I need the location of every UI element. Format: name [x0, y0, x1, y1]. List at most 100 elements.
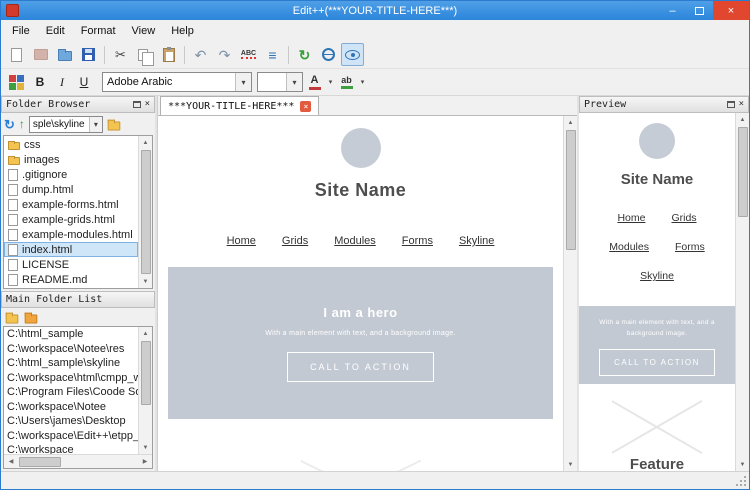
tab-close-icon[interactable]: × [300, 100, 312, 112]
path-item[interactable]: C:\Users\james\Desktop [4, 415, 138, 430]
paste-button[interactable] [157, 43, 180, 66]
browser-button[interactable] [317, 43, 340, 66]
nav-link-modules[interactable]: Modules [334, 235, 376, 247]
up-directory-icon[interactable]: ↑ [19, 118, 25, 130]
scrollbar-track[interactable] [736, 126, 749, 458]
scroll-up-icon[interactable]: ▲ [564, 116, 577, 129]
scrollbar-thumb[interactable] [737, 127, 748, 217]
path-item[interactable]: C:\workspace\html\cmpp_we [4, 372, 138, 387]
nav-link-grids[interactable]: Grids [671, 212, 696, 224]
save-button[interactable] [77, 43, 100, 66]
font-size-combo[interactable]: ▾ [257, 72, 303, 92]
close-button[interactable]: × [713, 1, 749, 20]
tree-item-readme[interactable]: README.md [4, 272, 138, 287]
highlight-dropdown[interactable]: ▾ [358, 72, 367, 93]
path-item[interactable]: C:\html_sample [4, 328, 138, 343]
highlight-button[interactable]: ab [337, 72, 356, 93]
nav-link-grids[interactable]: Grids [282, 235, 308, 247]
document-tab[interactable]: ***YOUR-TITLE-HERE*** × [160, 96, 320, 115]
preview-content[interactable]: Site Name Home Grids Modules Forms Skyli… [579, 113, 735, 471]
nav-link-home[interactable]: Home [227, 235, 256, 247]
folder-browser-header[interactable]: Folder Browser × [1, 96, 155, 113]
titlebar[interactable]: Edit++(***YOUR-TITLE-HERE***) – × [1, 1, 749, 20]
hero-section[interactable]: I am a hero With a main element with tex… [168, 267, 553, 419]
underline-button[interactable]: U [74, 72, 94, 93]
tree-item-example-forms[interactable]: example-forms.html [4, 197, 138, 212]
preview-header[interactable]: Preview × [579, 96, 749, 113]
editor-scrollbar[interactable]: ▲ ▼ [563, 116, 577, 471]
scrollbar-thumb[interactable] [140, 341, 151, 406]
remove-folder-icon[interactable] [24, 312, 38, 323]
chevron-down-icon[interactable]: ▾ [235, 73, 251, 91]
tree-item-images[interactable]: images [4, 152, 138, 167]
open-folder-button[interactable] [53, 43, 76, 66]
refresh-button[interactable]: ↻ [293, 43, 316, 66]
tree-scrollbar[interactable]: ▲ ▼ [138, 136, 152, 288]
float-panel-icon[interactable] [132, 101, 141, 108]
path-item[interactable]: C:\Program Files\Coode Soft [4, 386, 138, 401]
path-list-scrollbar[interactable]: ▲ ▼ [138, 327, 152, 454]
scroll-up-icon[interactable]: ▲ [736, 113, 749, 126]
path-list-hscrollbar[interactable]: ◀ ▶ [4, 454, 152, 468]
refresh-folder-icon[interactable]: ↻ [4, 118, 15, 131]
italic-button[interactable]: I [52, 72, 72, 93]
nav-link-home[interactable]: Home [617, 212, 645, 224]
float-panel-icon[interactable] [726, 101, 735, 108]
scrollbar-track[interactable] [18, 455, 138, 468]
chevron-down-icon[interactable]: ▾ [286, 73, 302, 91]
new-file-button[interactable] [5, 43, 28, 66]
path-item[interactable]: C:\workspace\Notee\res [4, 343, 138, 358]
tree-item-index-selected[interactable]: index.html [4, 242, 138, 257]
spellcheck-button[interactable]: ABC [237, 43, 260, 66]
scroll-up-icon[interactable]: ▲ [139, 327, 152, 340]
scroll-left-icon[interactable]: ◀ [4, 455, 18, 468]
scroll-right-icon[interactable]: ▶ [138, 455, 152, 468]
site-logo-circle[interactable] [340, 128, 381, 168]
path-item[interactable]: C:\workspace [4, 444, 138, 454]
cut-button[interactable]: ✂ [109, 43, 132, 66]
path-item[interactable]: C:\html_sample\skyline [4, 357, 138, 372]
main-folder-list-header[interactable]: Main Folder List [1, 291, 155, 308]
path-item[interactable]: C:\workspace\Notee [4, 401, 138, 416]
scroll-down-icon[interactable]: ▼ [564, 458, 577, 471]
scrollbar-track[interactable] [564, 129, 577, 458]
nav-link-skyline[interactable]: Skyline [640, 270, 674, 282]
menu-format[interactable]: Format [73, 22, 124, 40]
scrollbar-track[interactable] [139, 149, 152, 275]
nav-link-modules[interactable]: Modules [609, 241, 649, 253]
undo-button[interactable]: ↶ [189, 43, 212, 66]
scroll-down-icon[interactable]: ▼ [139, 441, 152, 454]
menu-help[interactable]: Help [163, 22, 202, 40]
scrollbar-thumb[interactable] [19, 456, 61, 467]
live-preview-button[interactable] [341, 43, 364, 66]
tree-item-license[interactable]: LICENSE [4, 257, 138, 272]
redo-button[interactable]: ↷ [213, 43, 236, 66]
close-panel-icon[interactable]: × [739, 100, 744, 109]
path-item[interactable]: C:\workspace\Edit++\etpp_s [4, 430, 138, 445]
scrollbar-thumb[interactable] [140, 150, 151, 274]
cta-button[interactable]: CALL TO ACTION [287, 351, 434, 382]
close-panel-icon[interactable]: × [145, 100, 150, 109]
resize-grip[interactable] [744, 484, 746, 486]
app-icon[interactable] [6, 4, 19, 17]
scrollbar-track[interactable] [139, 340, 152, 441]
scroll-down-icon[interactable]: ▼ [139, 275, 152, 288]
font-color-dropdown[interactable]: ▾ [326, 72, 335, 93]
set-folder-icon[interactable] [107, 119, 121, 130]
cta-button[interactable]: CALL TO ACTION [599, 349, 715, 377]
scroll-up-icon[interactable]: ▲ [139, 136, 152, 149]
tree-item-gitignore[interactable]: .gitignore [4, 167, 138, 182]
nav-link-forms[interactable]: Forms [402, 235, 433, 247]
nav-link-skyline[interactable]: Skyline [459, 235, 494, 247]
tree-item-example-modules[interactable]: example-modules.html [4, 227, 138, 242]
design-canvas[interactable]: Site Name Home Grids Modules Forms Skyli… [158, 116, 563, 471]
font-color-button[interactable]: A [305, 72, 324, 93]
add-folder-icon[interactable] [5, 312, 19, 323]
folder-path-combo[interactable]: sple\skyline ▾ [28, 115, 103, 133]
tree-item-dump[interactable]: dump.html [4, 182, 138, 197]
list-button[interactable]: ≡ [261, 43, 284, 66]
open-recent-button[interactable] [29, 43, 52, 66]
tree-item-css[interactable]: css [4, 137, 138, 152]
scrollbar-thumb[interactable] [565, 130, 576, 250]
palette-button[interactable] [5, 71, 28, 94]
